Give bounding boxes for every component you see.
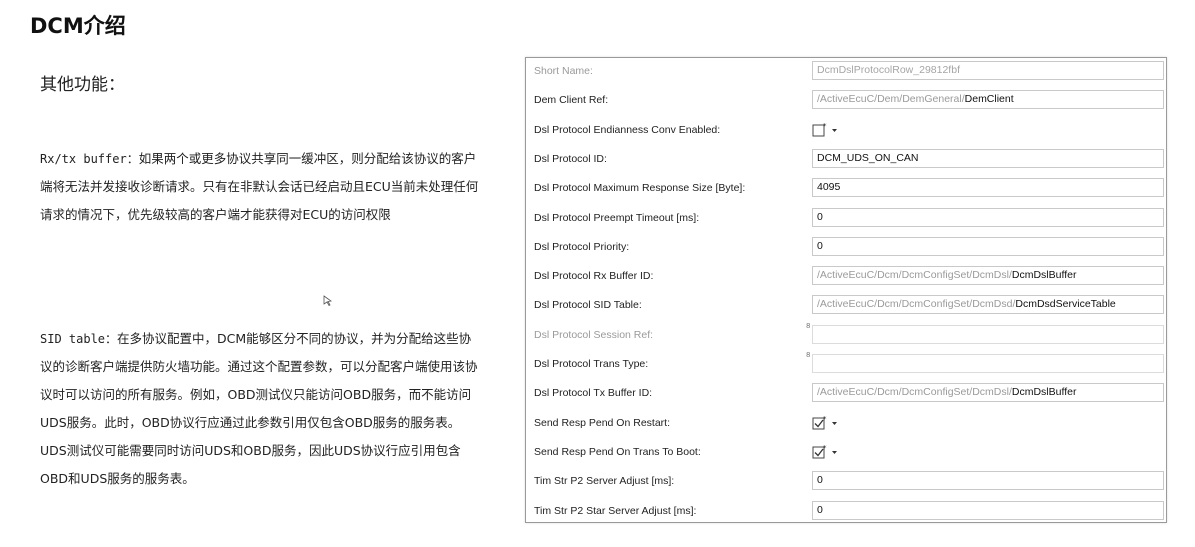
rx-buffer-term: Rx/tx buffer： — [40, 152, 139, 166]
config-value-field[interactable]: 0 — [812, 471, 1164, 491]
config-empty-field[interactable] — [812, 354, 1164, 373]
config-row-dsl-protocol-session-ref: Dsl Protocol Session Ref: 8 — [526, 322, 1166, 351]
config-row-dsl-protocol-priority: Dsl Protocol Priority: 0 — [526, 234, 1166, 263]
sid-table-text: 在多协议配置中，DCM能够区分不同的协议，并为分配给这些协议的诊断客户端提供防火… — [40, 331, 478, 486]
config-row-dsl-protocol-maximum-response-size: Dsl Protocol Maximum Response Size [Byte… — [526, 175, 1166, 204]
config-row-tim-str-p2-server-adjust: Tim Str P2 Server Adjust [ms]: 0 — [526, 468, 1166, 497]
multiplicity-marker: 8 — [806, 351, 811, 359]
config-label: Dsl Protocol Preempt Timeout [ms]: — [534, 211, 700, 224]
sid-table-paragraph: SID table：在多协议配置中，DCM能够区分不同的协议，并为分配给这些协议… — [40, 325, 480, 493]
config-panel: Short Name: DcmDslProtocolRow_29812fbf Dem… — [525, 57, 1167, 523]
checked-checkbox-icon[interactable]: * — [812, 415, 842, 431]
config-value-field[interactable]: 4095 — [812, 178, 1164, 198]
config-row-short-name: Short Name: DcmDslProtocolRow_29812fbf — [526, 58, 1166, 87]
config-label: Dsl Protocol Trans Type: — [534, 358, 649, 370]
checked-checkbox-icon[interactable]: * — [812, 444, 842, 460]
config-value-field[interactable]: DCM_UDS_ON_CAN — [812, 148, 1164, 168]
config-label: Dsl Protocol Session Ref: — [534, 328, 654, 341]
svg-text:*: * — [823, 122, 827, 130]
config-value-field[interactable]: 0 — [812, 207, 1164, 227]
config-label: Tim Str P2 Server Adjust [ms]: — [534, 475, 675, 488]
config-row-dsl-protocol-tx-buffer-id: Dsl Protocol Tx Buffer ID: /ActiveEcuC/Dc… — [526, 380, 1166, 409]
config-reference-field[interactable]: /ActiveEcuC/Dem/DemGeneral/DemClient — [812, 90, 1164, 110]
config-label: Dsl Protocol Endianness Conv Enabled: — [534, 123, 721, 136]
config-row-send-resp-pend-on-trans-to-boot: Send Resp Pend On Trans To Boot: * — [526, 439, 1166, 468]
rx-buffer-paragraph: Rx/tx buffer：如果两个或更多协议共享同一缓冲区，则分配给该协议的客户… — [40, 145, 480, 229]
config-value-field[interactable]: DcmDslProtocolRow_29812fbf — [812, 61, 1164, 80]
config-label: Dsl Protocol Priority: — [534, 240, 630, 253]
svg-text:*: * — [823, 415, 827, 423]
page-title: DCM介绍 — [30, 14, 126, 38]
svg-text:*: * — [823, 444, 827, 452]
config-value-field[interactable]: 0 — [812, 500, 1164, 520]
reference-path: /ActiveEcuC/Dem/DemGeneral/ — [817, 93, 965, 106]
config-label: Send Resp Pend On Trans To Boot: — [534, 445, 701, 458]
config-row-dsl-protocol-trans-type: Dsl Protocol Trans Type: 8 — [526, 351, 1166, 380]
config-row-send-resp-pend-on-restart: Send Resp Pend On Restart: * — [526, 410, 1166, 439]
config-reference-field[interactable]: /ActiveEcuC/Dcm/DcmConfigSet/DcmDsl/DcmD… — [812, 383, 1164, 403]
config-row-dsl-protocol-endianness-conv-enabled: Dsl Protocol Endianness Conv Enabled: * — [526, 117, 1166, 146]
config-label: Tim Str P2 Star Server Adjust [ms]: — [534, 504, 697, 517]
config-label: Dsl Protocol SID Table: — [534, 299, 642, 312]
config-reference-field[interactable]: /ActiveEcuC/Dcm/DcmConfigSet/DcmDsd/DcmD… — [812, 295, 1164, 315]
reference-target: DcmDslBuffer — [1011, 386, 1077, 399]
config-label: Short Name: — [534, 65, 593, 77]
config-label: Dsl Protocol ID: — [534, 152, 607, 165]
reference-path: /ActiveEcuC/Dcm/DcmConfigSet/DcmDsl/ — [817, 269, 1012, 282]
config-empty-field[interactable] — [812, 324, 1164, 344]
section-subtitle: 其他功能： — [40, 75, 125, 95]
reference-target: DcmDslBuffer — [1011, 269, 1077, 282]
reference-path: /ActiveEcuC/Dcm/DcmConfigSet/DcmDsd/ — [817, 298, 1016, 311]
config-row-tim-str-p2-star-server-adjust: Tim Str P2 Star Server Adjust [ms]: 0 — [526, 498, 1166, 527]
unchecked-checkbox-icon[interactable]: * — [812, 122, 842, 138]
reference-path: /ActiveEcuC/Dcm/DcmConfigSet/DcmDsl/ — [817, 386, 1012, 399]
sid-table-term: SID table： — [40, 332, 118, 346]
config-row-dsl-protocol-preempt-timeout: Dsl Protocol Preempt Timeout [ms]: 0 — [526, 205, 1166, 234]
config-label: Dsl Protocol Rx Buffer ID: — [534, 270, 654, 283]
config-label: Dem Client Ref: — [534, 94, 609, 107]
config-row-dsl-protocol-sid-table: Dsl Protocol SID Table: /ActiveEcuC/Dcm/D… — [526, 292, 1166, 321]
config-value-field[interactable]: 0 — [812, 236, 1164, 256]
multiplicity-marker: 8 — [806, 321, 811, 330]
config-reference-field[interactable]: /ActiveEcuC/Dcm/DcmConfigSet/DcmDsl/DcmD… — [812, 266, 1164, 286]
config-row-dem-client-ref: Dem Client Ref: /ActiveEcuC/Dem/DemGenera… — [526, 87, 1166, 116]
reference-target: DcmDsdServiceTable — [1015, 298, 1116, 311]
config-label: Send Resp Pend On Restart: — [534, 416, 670, 429]
mouse-cursor-icon — [323, 295, 333, 307]
config-label: Dsl Protocol Tx Buffer ID: — [534, 387, 653, 400]
reference-target: DemClient — [964, 93, 1014, 106]
config-label: Dsl Protocol Maximum Response Size [Byte… — [534, 182, 746, 195]
config-row-dsl-protocol-id: Dsl Protocol ID: DCM_UDS_ON_CAN — [526, 146, 1166, 175]
config-row-dsl-protocol-rx-buffer-id: Dsl Protocol Rx Buffer ID: /ActiveEcuC/Dc… — [526, 263, 1166, 292]
